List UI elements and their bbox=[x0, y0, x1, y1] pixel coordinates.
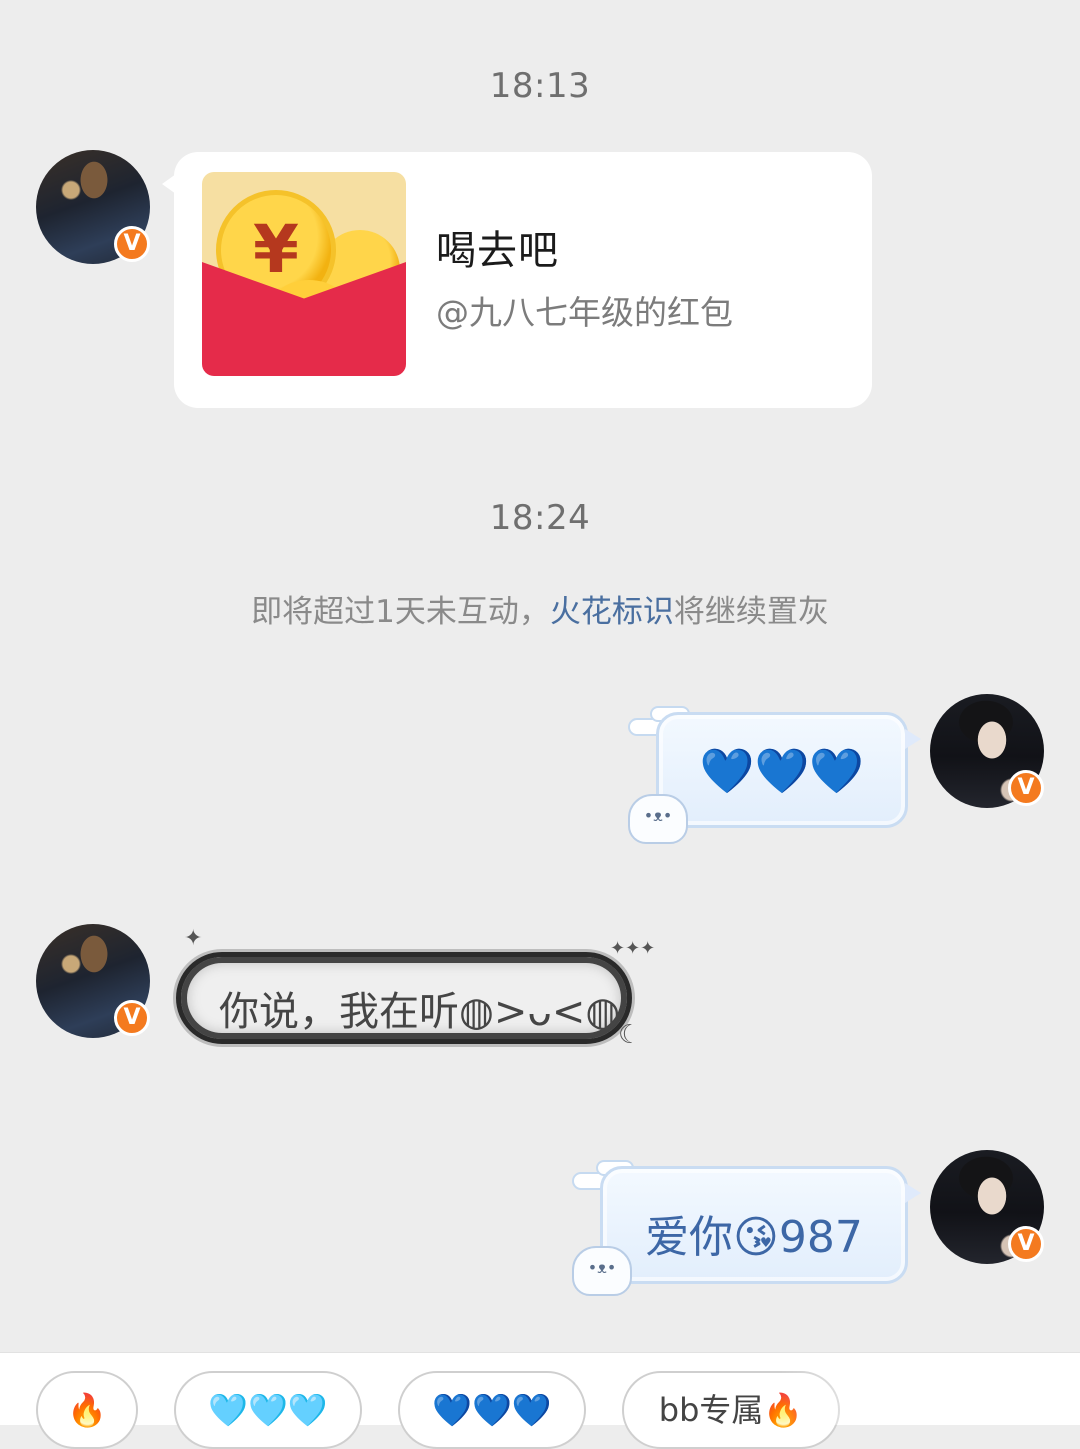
message-text: 💙💙💙 bbox=[699, 746, 865, 797]
spark-notice: 即将超过1天未互动，火花标识将继续置灰 bbox=[251, 594, 829, 630]
timestamp: 18:13 bbox=[489, 66, 591, 106]
moon-icon: ☾ bbox=[618, 1020, 642, 1050]
spark-link[interactable]: 火花标识 bbox=[550, 594, 674, 630]
avatar-contact[interactable]: V bbox=[36, 150, 150, 264]
avatar-contact[interactable]: V bbox=[36, 924, 150, 1038]
red-packet-message[interactable]: ¥ 喝去吧 @九八七年级的红包 bbox=[162, 152, 872, 408]
verified-badge-icon: V bbox=[114, 1000, 150, 1036]
quick-reply-blue-hearts[interactable]: 💙💙💙 bbox=[398, 1371, 586, 1449]
scroll-fade bbox=[780, 1353, 1080, 1425]
avatar-self[interactable]: V bbox=[930, 694, 1044, 808]
message-text: 你说，我在听◍>ᴗ<◍ bbox=[219, 989, 621, 1035]
red-packet-title: 喝去吧 bbox=[436, 228, 559, 274]
red-packet-icon: ¥ bbox=[202, 172, 406, 376]
quick-reply-fire[interactable]: 🔥 bbox=[36, 1371, 138, 1449]
quick-reply-light-hearts[interactable]: 🩵🩵🩵 bbox=[174, 1371, 362, 1449]
message-text: 爱你😘987 bbox=[645, 1212, 863, 1263]
butterfly-icon: ✦ bbox=[184, 926, 203, 951]
avatar-self[interactable]: V bbox=[930, 1150, 1044, 1264]
message-bubble-contact[interactable]: 你说，我在听◍>ᴗ<◍ bbox=[176, 952, 632, 1044]
verified-badge-icon: V bbox=[1008, 1226, 1044, 1262]
kitten-sticker-icon: •ᴥ• bbox=[628, 794, 688, 844]
red-packet-sender: @九八七年级的红包 bbox=[436, 293, 733, 332]
quick-reply-bar: 🔥 🩵🩵🩵 💙💙💙 bb专属🔥 bbox=[0, 1352, 1080, 1449]
verified-badge-icon: V bbox=[1008, 770, 1044, 806]
timestamp: 18:24 bbox=[489, 498, 591, 538]
kitten-sticker-icon: •ᴥ• bbox=[572, 1246, 632, 1296]
verified-badge-icon: V bbox=[114, 226, 150, 262]
sparkle-icon: ✦✦✦ bbox=[610, 938, 656, 959]
message-bubble-self[interactable]: 爱你😘987 bbox=[600, 1166, 921, 1284]
message-bubble-self[interactable]: 💙💙💙 bbox=[656, 712, 921, 828]
